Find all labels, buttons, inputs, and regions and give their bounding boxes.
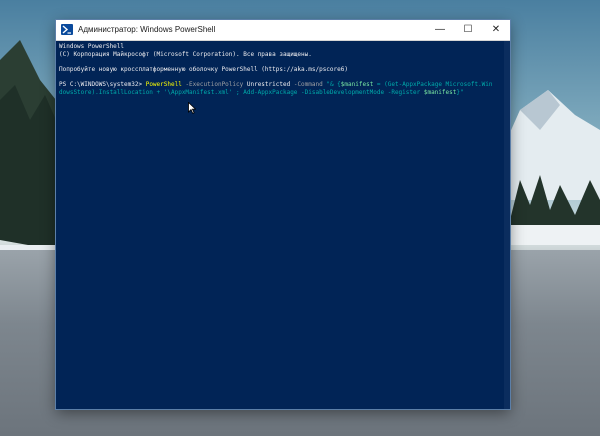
command-string-part: = (Get-AppxPackage Microsoft.Win	[373, 80, 493, 88]
param-execution-policy: -ExecutionPolicy	[181, 80, 247, 88]
vertical-scrollbar[interactable]	[504, 41, 510, 409]
manifest-variable-2: $manifest	[423, 88, 457, 96]
maximize-button[interactable]: ☐	[454, 20, 482, 40]
title-bar[interactable]: Администратор: Windows PowerShell — ☐ ✕	[56, 20, 510, 41]
command-wrap-text: dowsStore).InstallLocation + '\AppxManif…	[59, 88, 424, 96]
console-line-header: Windows PowerShell	[59, 43, 125, 50]
close-button[interactable]: ✕	[482, 20, 510, 40]
powershell-window[interactable]: Администратор: Windows PowerShell — ☐ ✕ …	[56, 20, 510, 409]
console-line-copyright: (C) Корпорация Майкрософт (Microsoft Cor…	[59, 50, 312, 58]
command-string-end: }"	[456, 88, 464, 96]
mouse-pointer-icon	[188, 102, 196, 114]
console-command-line: PS C:\WINDOWS\system32> PowerShell -Exec…	[59, 81, 507, 89]
prompt-text: PS C:\WINDOWS\system32>	[59, 80, 146, 88]
console-line-hint: Попробуйте новую кроссплатформенную обол…	[59, 65, 348, 73]
minimize-button[interactable]: —	[426, 20, 454, 40]
window-title: Администратор: Windows PowerShell	[78, 25, 216, 34]
param-command: -Command	[290, 80, 327, 88]
powershell-icon	[61, 24, 73, 35]
manifest-variable: $manifest	[340, 80, 374, 88]
param-value-unrestricted: Unrestricted	[246, 80, 291, 88]
command-string-start: "& {	[326, 80, 341, 88]
snow-bank-right	[510, 225, 600, 245]
console-command-wrap-line: dowsStore).InstallLocation + '\AppxManif…	[59, 89, 507, 97]
console-output[interactable]: Windows PowerShell (C) Корпорация Майкро…	[59, 43, 507, 403]
cmdlet-name: PowerShell	[145, 80, 182, 88]
